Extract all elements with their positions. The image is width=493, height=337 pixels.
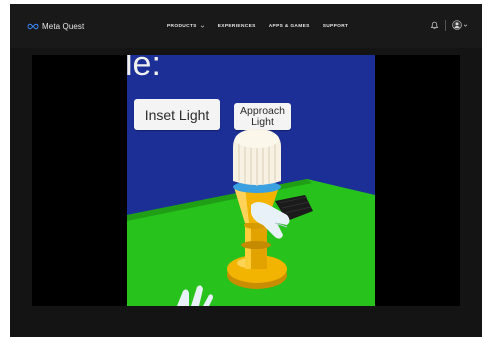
avatar [452, 20, 462, 30]
nav-products-label: PRODUCTS [167, 23, 197, 29]
nav-apps-games[interactable]: APPS & GAMES [269, 24, 310, 29]
account-chevron [463, 23, 468, 28]
nav-support-label: SUPPORT [322, 23, 349, 29]
nav-experiences[interactable]: EXPERIENCES [218, 24, 256, 29]
meta-infinity-icon [27, 23, 39, 29]
meta-quest-logo[interactable]: Meta Quest [27, 19, 84, 33]
top-navigation-bar: Meta Quest PRODUCTS EXPERIENCES APPS & G… [10, 4, 482, 48]
main-nav: PRODUCTS EXPERIENCES APPS & GAMES SUPPOR… [167, 20, 348, 32]
bell-icon [430, 21, 439, 29]
header-divider [445, 19, 446, 31]
nav-apps-games-label: APPS & GAMES [268, 23, 310, 29]
nav-products[interactable]: PRODUCTS [167, 24, 205, 29]
notifications-button[interactable] [430, 21, 439, 30]
video-player[interactable]: le: Inset Light Approach Light [32, 55, 460, 306]
avatar-icon [452, 20, 462, 30]
meta-quest-window: Meta Quest PRODUCTS EXPERIENCES APPS & G… [10, 4, 482, 337]
nav-experiences-label: EXPERIENCES [217, 23, 256, 29]
nav-support[interactable]: SUPPORT [323, 24, 349, 29]
vr-video-frame: le: Inset Light Approach Light [127, 55, 375, 306]
chevron-down-icon [463, 24, 468, 27]
approach-light-model [177, 129, 313, 306]
account-menu-button[interactable] [452, 20, 468, 30]
header-actions [430, 17, 468, 33]
brand-name: Meta Quest [42, 21, 85, 31]
chevron-down-icon [200, 25, 204, 28]
